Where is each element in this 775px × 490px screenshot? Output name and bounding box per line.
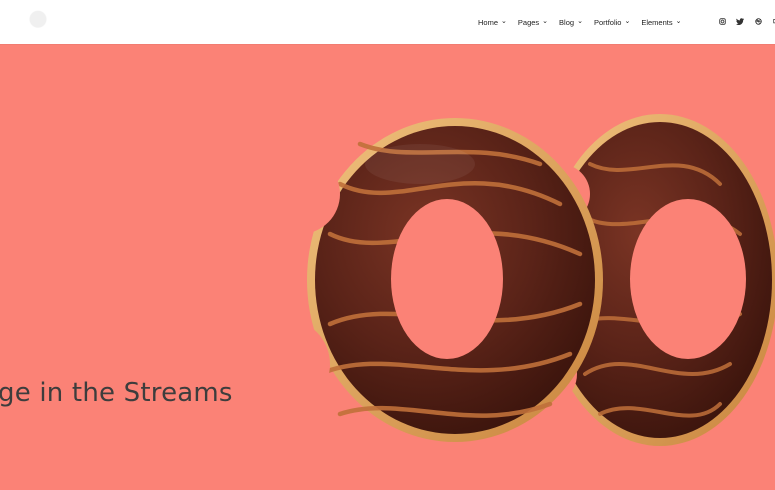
chevron-down-icon: ⌄ — [577, 18, 583, 25]
twitter-icon[interactable] — [736, 17, 744, 27]
nav-item-label: Elements — [641, 17, 673, 27]
nav-item-home[interactable]: Home ⌄ — [478, 18, 507, 27]
dribbble-icon[interactable] — [754, 17, 762, 27]
chevron-down-icon: ⌄ — [624, 18, 631, 25]
nav-item-label: Blog — [559, 17, 575, 27]
chevron-down-icon: ⌄ — [675, 18, 682, 25]
nav-item-label: Portfolio — [593, 17, 622, 27]
site-logo[interactable] — [20, 8, 80, 36]
donut-left — [307, 118, 603, 442]
nav-item-portfolio[interactable]: Portfolio ⌄ — [594, 18, 630, 27]
social-links — [718, 0, 775, 44]
donut-illustration — [307, 114, 775, 446]
chevron-down-icon: ⌄ — [501, 18, 507, 25]
nav-item-elements[interactable]: Elements ⌄ — [641, 18, 681, 27]
instagram-icon[interactable] — [718, 17, 726, 27]
nav-item-label: Pages — [517, 17, 540, 27]
nav-item-label: Home — [478, 17, 499, 27]
nav-item-blog[interactable]: Blog ⌄ — [559, 18, 583, 27]
main-nav: Home ⌄ Pages ⌄ Blog ⌄ Portfolio ⌄ Elemen… — [478, 0, 681, 44]
chevron-down-icon: ⌄ — [542, 18, 549, 25]
site-header: Home ⌄ Pages ⌄ Blog ⌄ Portfolio ⌄ Elemen… — [0, 0, 775, 44]
nav-item-pages[interactable]: Pages ⌄ — [518, 18, 548, 27]
